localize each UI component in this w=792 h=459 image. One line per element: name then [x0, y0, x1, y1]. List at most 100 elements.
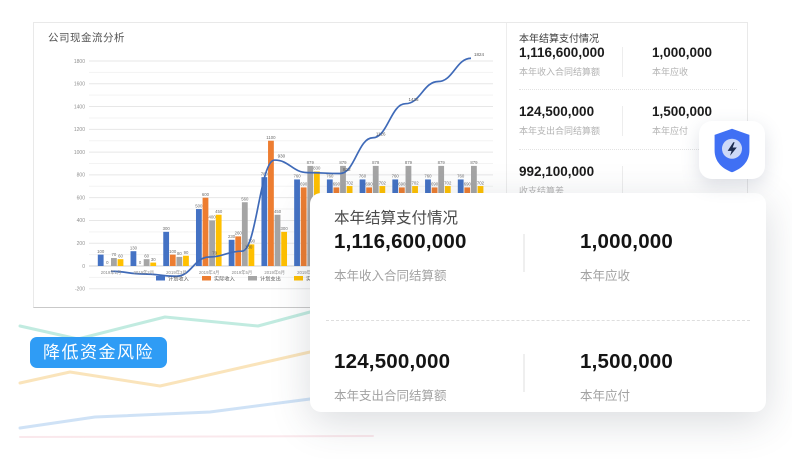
svg-text:1800: 1800: [74, 59, 85, 65]
svg-text:130: 130: [245, 245, 253, 250]
svg-text:0: 0: [106, 260, 109, 265]
svg-text:70: 70: [112, 252, 117, 257]
svg-text:80: 80: [177, 251, 182, 256]
svg-text:879: 879: [438, 160, 446, 165]
svg-text:879: 879: [339, 160, 347, 165]
svg-text:1600: 1600: [74, 82, 85, 88]
popup-expense-settlement-label: 本年支出合同结算额: [334, 385, 447, 404]
svg-text:560: 560: [241, 196, 249, 201]
svg-text:60: 60: [144, 253, 149, 258]
svg-text:计划收入: 计划收入: [168, 275, 189, 283]
svg-text:760: 760: [457, 174, 465, 179]
svg-text:879: 879: [405, 160, 413, 165]
svg-text:0: 0: [139, 260, 142, 265]
divider: [326, 320, 750, 321]
svg-text:2019年4月: 2019年4月: [199, 269, 220, 276]
svg-text:130: 130: [130, 245, 138, 250]
divider: [519, 89, 737, 90]
svg-text:30: 30: [151, 257, 156, 262]
svg-text:-200: -200: [75, 287, 85, 293]
divider: [622, 166, 623, 196]
receivable-label: 本年应收: [652, 65, 688, 78]
income-settlement-value: 1,116,600,000: [519, 45, 605, 60]
payable-label: 本年应付: [652, 124, 688, 137]
svg-text:400: 400: [208, 215, 216, 220]
svg-text:760: 760: [392, 174, 400, 179]
svg-text:690: 690: [333, 182, 341, 187]
svg-text:690: 690: [464, 182, 472, 187]
settlement-popup-card: 本年结算支付情况 1,116,600,000 本年收入合同结算额 1,000,0…: [310, 193, 766, 412]
svg-text:90: 90: [184, 250, 189, 255]
svg-text:702: 702: [411, 180, 419, 185]
svg-text:450: 450: [215, 209, 223, 214]
popup-expense-settlement-value: 124,500,000: [334, 350, 450, 374]
shield-lightning-icon: [711, 127, 753, 174]
popup-title: 本年结算支付情况: [334, 206, 458, 228]
svg-text:1824: 1824: [474, 52, 485, 57]
divider: [622, 47, 623, 77]
svg-text:879: 879: [470, 160, 478, 165]
svg-text:200: 200: [77, 241, 86, 247]
balance-value: 992,100,000: [519, 164, 594, 179]
receivable-value: 1,000,000: [652, 45, 712, 60]
summary-title: 本年结算支付情况: [519, 30, 599, 45]
svg-text:702: 702: [379, 180, 387, 185]
svg-text:702: 702: [444, 180, 452, 185]
svg-text:300: 300: [281, 226, 289, 231]
divider: [622, 106, 623, 136]
svg-text:2019年5月: 2019年5月: [232, 269, 253, 276]
svg-text:400: 400: [77, 218, 86, 224]
svg-text:760: 760: [326, 174, 334, 179]
expense-settlement-label: 本年支出合同结算额: [519, 124, 600, 137]
pink-line: [20, 436, 373, 437]
svg-text:2019年3月: 2019年3月: [166, 269, 187, 276]
security-feature-card[interactable]: [699, 121, 765, 179]
svg-text:500: 500: [195, 203, 203, 208]
svg-text:1400: 1400: [74, 104, 85, 110]
svg-text:930: 930: [278, 154, 286, 159]
svg-text:1425: 1425: [409, 97, 420, 102]
svg-text:800: 800: [77, 173, 86, 179]
svg-text:1100: 1100: [266, 135, 276, 140]
svg-text:600: 600: [202, 192, 210, 197]
y-axis-ticks: -200 0 200 400 600 800 1000 1200 1400 1600 1800: [74, 59, 85, 293]
popup-payable-label: 本年应付: [580, 385, 630, 404]
svg-text:1200: 1200: [74, 127, 85, 133]
svg-text:600: 600: [77, 195, 86, 201]
svg-text:760: 760: [359, 174, 367, 179]
svg-text:100: 100: [169, 249, 177, 254]
svg-text:702: 702: [346, 180, 354, 185]
income-settlement-label: 本年收入合同结算额: [519, 65, 600, 78]
svg-text:760: 760: [424, 174, 432, 179]
svg-text:实际收入: 实际收入: [214, 275, 235, 283]
svg-text:260: 260: [235, 231, 243, 236]
reduce-risk-badge[interactable]: 降低资金风险: [30, 337, 167, 368]
svg-text:2019年2月: 2019年2月: [133, 269, 154, 276]
svg-text:1126: 1126: [376, 131, 386, 136]
svg-text:0: 0: [82, 264, 85, 270]
popup-income-settlement-value: 1,116,600,000: [334, 230, 467, 254]
svg-text:690: 690: [398, 182, 406, 187]
popup-row-expense: 124,500,000 本年支出合同结算额 1,500,000 本年应付: [310, 350, 766, 430]
svg-text:879: 879: [307, 160, 315, 165]
svg-text:690: 690: [366, 182, 374, 187]
svg-text:79: 79: [212, 251, 218, 256]
popup-income-settlement-label: 本年收入合同结算额: [334, 265, 447, 284]
svg-text:879: 879: [372, 160, 380, 165]
payable-value: 1,500,000: [652, 104, 712, 119]
popup-row-income: 1,116,600,000 本年收入合同结算额 1,000,000 本年应收: [310, 230, 766, 310]
svg-text:690: 690: [431, 182, 439, 187]
svg-text:1000: 1000: [74, 150, 85, 156]
expense-settlement-value: 124,500,000: [519, 104, 594, 119]
svg-text:2019年6月: 2019年6月: [264, 269, 285, 276]
svg-text:812: 812: [343, 167, 351, 172]
divider: [523, 354, 525, 392]
svg-text:702: 702: [477, 180, 485, 185]
svg-text:690: 690: [300, 182, 308, 187]
popup-receivable-label: 本年应收: [580, 265, 630, 284]
svg-text:760: 760: [293, 174, 301, 179]
popup-payable-value: 1,500,000: [580, 350, 673, 374]
divider: [523, 234, 525, 272]
svg-text:100: 100: [97, 249, 105, 254]
svg-text:830: 830: [313, 166, 321, 171]
